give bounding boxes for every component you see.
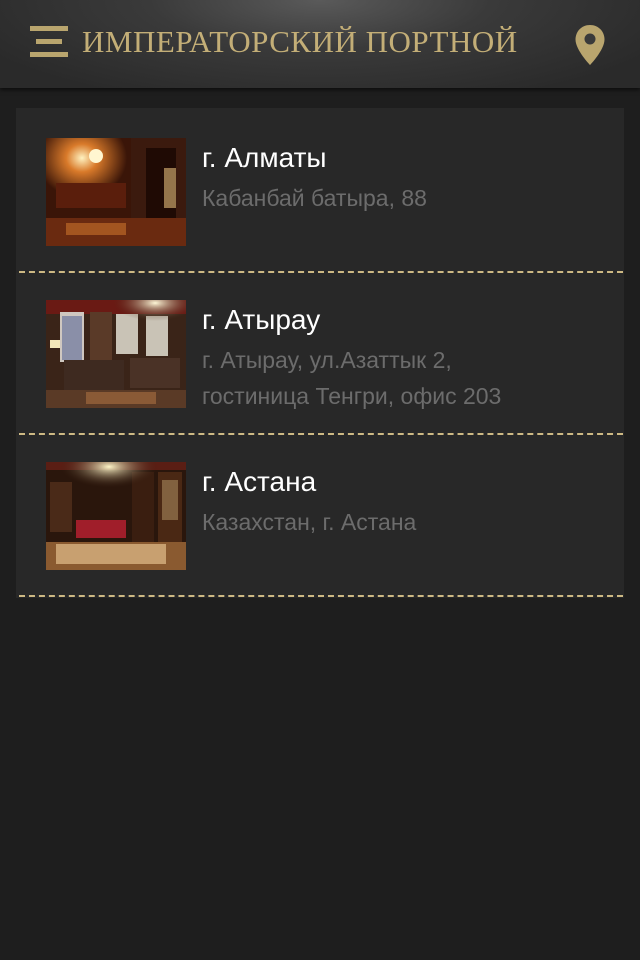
location-address: г. Атырау, ул.Азаттык 2, гостиница Тенгр… [202,347,502,409]
location-item-astana[interactable]: г. Астана Казахстан, г. Астана [16,432,624,594]
location-photo [46,300,186,408]
locations-list: г. Алматы Кабанбай батыра, 88 г. Атырау … [16,108,624,598]
divider [19,595,623,597]
location-address: Казахстан, г. Астана [202,509,417,535]
location-city: г. Алматы [202,142,327,173]
location-item-atyrau[interactable]: г. Атырау г. Атырау, ул.Азаттык 2, гости… [16,270,624,432]
location-photo [46,462,186,570]
location-city: г. Атырау [202,304,321,335]
location-item-almaty[interactable]: г. Алматы Кабанбай батыра, 88 [16,108,624,270]
location-city: г. Астана [202,466,317,497]
divider [19,271,623,273]
app-header: ИМПЕРАТОРСКИЙ ПОРТНОЙ [0,0,640,88]
divider [19,433,623,435]
location-photo [46,138,186,246]
app-title: ИМПЕРАТОРСКИЙ ПОРТНОЙ [82,24,518,59]
menu-icon[interactable] [30,26,68,58]
map-pin-icon[interactable] [574,24,606,66]
location-address: Кабанбай батыра, 88 [202,185,427,211]
